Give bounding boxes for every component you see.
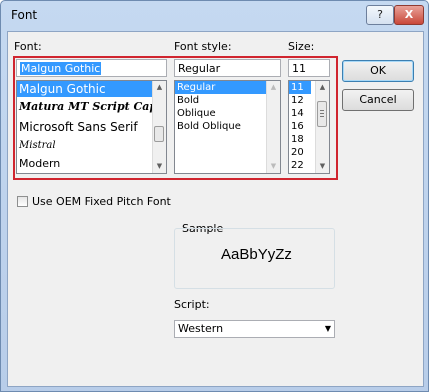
- dialog-client-area: Font: Font style: Size: Malgun Gothic Ma…: [7, 31, 424, 387]
- size-label: Size:: [288, 40, 315, 53]
- font-list-item[interactable]: Matura MT Script Capitals: [17, 97, 166, 117]
- scroll-thumb[interactable]: [154, 126, 164, 142]
- scroll-thumb[interactable]: [317, 101, 327, 127]
- script-select[interactable]: Western ▼: [174, 320, 335, 338]
- font-list-item[interactable]: Microsoft Sans Serif: [17, 117, 166, 137]
- cancel-button[interactable]: Cancel: [342, 89, 414, 111]
- size-input[interactable]: 11: [288, 59, 330, 77]
- oem-fixed-pitch-label[interactable]: Use OEM Fixed Pitch Font: [32, 195, 171, 208]
- font-name-input[interactable]: Malgun Gothic: [16, 59, 167, 77]
- font-name-value: Malgun Gothic: [20, 62, 102, 75]
- font-list-item[interactable]: Malgun Gothic: [17, 81, 166, 97]
- close-button[interactable]: X: [394, 5, 424, 25]
- ok-button[interactable]: OK: [342, 60, 414, 82]
- scroll-up-icon[interactable]: ▲: [153, 81, 166, 94]
- font-style-item[interactable]: Oblique: [175, 107, 280, 120]
- font-style-scrollbar[interactable]: ▲ ▼: [266, 81, 280, 173]
- script-value: Western: [178, 322, 224, 335]
- font-style-input[interactable]: Regular: [174, 59, 281, 77]
- chevron-down-icon[interactable]: ▼: [325, 321, 331, 337]
- sample-box: AaBbYyZz: [174, 228, 335, 289]
- font-list-scrollbar[interactable]: ▲ ▼: [152, 81, 166, 173]
- size-list[interactable]: 11 12 14 16 18 20 22 ▲ ▼: [288, 80, 330, 174]
- font-style-item[interactable]: Regular: [175, 81, 280, 94]
- font-style-label: Font style:: [174, 40, 232, 53]
- window-title: Font: [11, 8, 38, 22]
- scroll-down-icon[interactable]: ▼: [267, 160, 280, 173]
- font-list[interactable]: Malgun Gothic Matura MT Script Capitals …: [16, 80, 167, 174]
- scroll-up-icon[interactable]: ▲: [316, 81, 329, 94]
- oem-fixed-pitch-checkbox[interactable]: [17, 196, 28, 207]
- font-style-item[interactable]: Bold: [175, 94, 280, 107]
- title-bar: Font ? X: [1, 1, 428, 31]
- font-style-list[interactable]: Regular Bold Oblique Bold Oblique ▲ ▼: [174, 80, 281, 174]
- scroll-down-icon[interactable]: ▼: [153, 160, 166, 173]
- font-style-item[interactable]: Bold Oblique: [175, 120, 280, 133]
- font-list-item[interactable]: Mistral: [17, 137, 166, 155]
- font-list-item[interactable]: Modern: [17, 155, 166, 173]
- font-dialog-window: Font ? X Font: Font style: Size: Malgun …: [0, 0, 429, 392]
- sample-text: AaBbYyZz: [221, 246, 292, 263]
- size-item[interactable]: 11: [289, 81, 311, 94]
- scroll-down-icon[interactable]: ▼: [316, 160, 329, 173]
- script-label: Script:: [174, 298, 210, 311]
- font-label: Font:: [14, 40, 42, 53]
- size-list-scrollbar[interactable]: ▲ ▼: [315, 81, 329, 173]
- scroll-up-icon[interactable]: ▲: [267, 81, 280, 94]
- help-button[interactable]: ?: [366, 5, 394, 25]
